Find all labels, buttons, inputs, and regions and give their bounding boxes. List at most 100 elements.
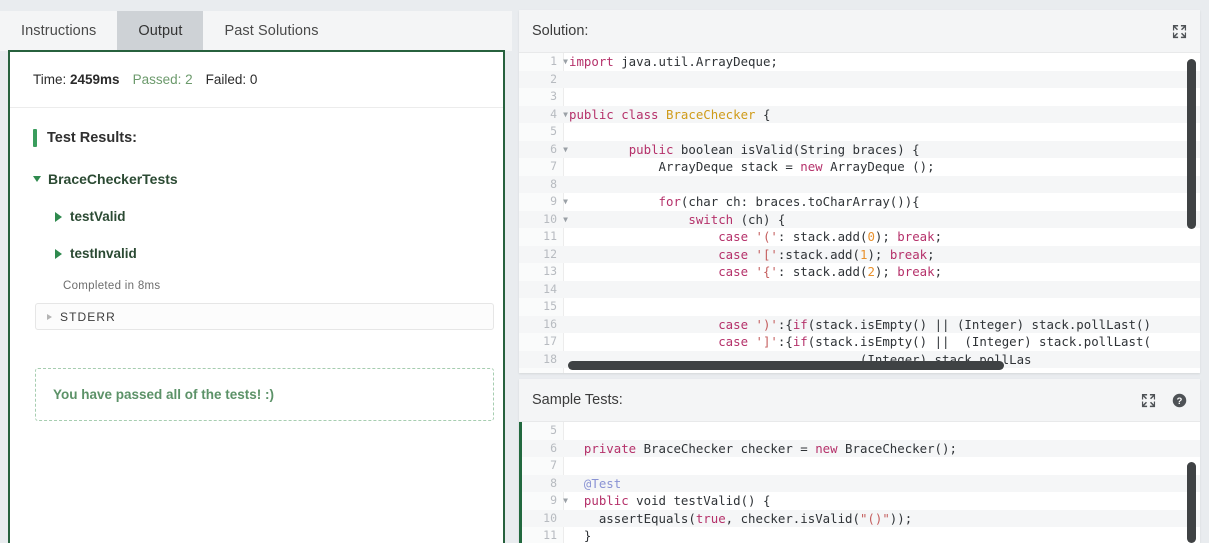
code-line: 5	[519, 123, 1200, 141]
code-line: 8	[519, 175, 1200, 193]
code-line: 7	[522, 457, 1200, 475]
failed-value: 0	[249, 72, 258, 87]
sample-tests-header-actions: ?	[1140, 379, 1188, 421]
sample-tests-header: Sample Tests: ?	[519, 379, 1200, 422]
line-number: 3	[550, 89, 557, 103]
pass-banner: You have passed all of the tests! :)	[35, 368, 494, 421]
expand-icon[interactable]	[1171, 23, 1188, 40]
test-suite-name: BraceCheckerTests	[48, 171, 178, 187]
line-number: 11	[543, 229, 557, 243]
solution-code-rows: 1 ▼ import java.util.ArrayDeque; 2 3 4 ▼ public…	[519, 53, 1200, 368]
code-line: 6 private BraceChecker checker = new Bra…	[522, 439, 1200, 457]
chevron-right-icon[interactable]	[47, 313, 52, 320]
sample-tests-code-editor[interactable]: 5 6 private BraceChecker checker = new Br…	[519, 422, 1200, 543]
fold-triangle-icon[interactable]: ▼	[563, 193, 568, 211]
solution-header: Solution:	[519, 10, 1200, 53]
solution-title: Solution:	[532, 23, 589, 39]
test-case-name: testInvalid	[70, 246, 137, 261]
line-number: 10	[543, 510, 557, 525]
line-number: 5	[550, 423, 557, 437]
solution-code-editor[interactable]: 1 ▼ import java.util.ArrayDeque; 2 3 4 ▼ public…	[519, 53, 1200, 373]
test-suite-row[interactable]: BraceCheckerTests	[33, 171, 480, 187]
code-line: 11 }	[522, 527, 1200, 543]
line-number: 17	[543, 334, 557, 348]
code-line: 16 case ')':{if(stack.isEmpty() || (Inte…	[519, 315, 1200, 333]
tab-past-solutions[interactable]: Past Solutions	[203, 11, 340, 51]
chevron-right-icon[interactable]	[55, 211, 62, 222]
test-case-row[interactable]: testValid	[55, 209, 480, 224]
code-line: 15	[519, 298, 1200, 316]
code-text: public class BraceChecker {	[569, 106, 771, 122]
line-number: 8	[550, 475, 557, 490]
tab-output[interactable]: Output	[117, 11, 204, 51]
code-line: 17 case ']':{if(stack.isEmpty() || (Inte…	[519, 333, 1200, 351]
tab-instructions[interactable]: Instructions	[0, 11, 118, 51]
fold-triangle-icon[interactable]: ▼	[563, 53, 568, 71]
line-number: 8	[550, 176, 557, 191]
stderr-section[interactable]: STDERR	[35, 303, 494, 330]
time-label: Time:	[33, 72, 67, 87]
code-line: 14	[519, 280, 1200, 299]
code-text: }	[569, 528, 592, 543]
line-number: 10 ▼	[519, 211, 568, 229]
code-text: case '[':stack.add(1); break;	[718, 246, 935, 262]
chevron-right-icon[interactable]	[55, 248, 62, 259]
code-line: 9 ▼ public void testValid() {	[522, 492, 1200, 510]
time-value: 2459ms	[70, 72, 120, 87]
line-number: 7	[550, 159, 557, 173]
code-text: switch (ch) {	[688, 211, 786, 227]
test-results-label: Test Results:	[47, 130, 137, 146]
code-text: import java.util.ArrayDeque;	[569, 54, 778, 69]
stderr-label: STDERR	[60, 309, 116, 324]
code-line: 5	[522, 422, 1200, 440]
line-number: 5	[550, 124, 557, 138]
code-text: case '{': stack.add(2); break;	[718, 264, 943, 279]
passed-stat: Passed: 2	[133, 72, 193, 87]
line-number: 18	[543, 351, 557, 366]
line-number: 11	[543, 528, 557, 542]
suite-completed-text: Completed in 8ms	[63, 280, 161, 292]
code-line: 10 assertEquals(true, checker.isValid("(…	[522, 509, 1200, 527]
solution-vertical-scrollbar[interactable]	[1187, 59, 1196, 229]
test-case-row[interactable]: testInvalid	[55, 246, 480, 261]
code-text: case ']':{if(stack.isEmpty() || (Integer…	[718, 334, 1151, 349]
passed-value: 2	[185, 72, 193, 87]
code-line: 4 ▼ public class BraceChecker {	[519, 105, 1200, 124]
expand-icon[interactable]	[1140, 392, 1157, 409]
code-text: private BraceChecker checker = new Brace…	[583, 440, 957, 456]
code-line: 2	[519, 70, 1200, 88]
code-text: assertEquals(true, checker.isValid("()")…	[569, 510, 913, 526]
svg-text:?: ?	[1177, 395, 1183, 405]
chevron-down-icon[interactable]	[33, 176, 41, 182]
line-number: 6	[550, 440, 557, 455]
test-case-name: testValid	[70, 209, 126, 224]
fold-triangle-icon[interactable]: ▼	[563, 141, 568, 159]
output-pane: Time: 2459ms Passed: 2 Failed: 0 Test Re…	[8, 50, 505, 543]
line-number: 7	[550, 458, 557, 472]
passed-label: Passed:	[132, 72, 182, 87]
fold-triangle-icon[interactable]: ▼	[563, 106, 568, 124]
code-line: 9 ▼ for(char ch: braces.toCharArray()){	[519, 193, 1200, 211]
fold-triangle-icon[interactable]: ▼	[563, 492, 568, 510]
sample-tests-title: Sample Tests:	[532, 392, 623, 408]
code-text: ArrayDeque stack = new ArrayDeque ();	[569, 159, 935, 174]
failed-stat: Failed: 0	[206, 72, 258, 87]
time-stat: Time: 2459ms	[33, 72, 120, 87]
code-line: 8 @Test	[522, 474, 1200, 492]
code-line: 6 ▼ public boolean isValid(String braces)…	[519, 140, 1200, 159]
solution-card: Solution: 1 ▼ import java.util.ArrayDequ…	[519, 10, 1200, 373]
help-icon[interactable]: ?	[1171, 392, 1188, 409]
solution-horizontal-scrollbar[interactable]	[568, 361, 1004, 370]
line-number: 9 ▼	[522, 492, 568, 510]
code-line: 10 ▼ switch (ch) {	[519, 210, 1200, 229]
sample-tests-vertical-scrollbar[interactable]	[1187, 462, 1196, 543]
fold-triangle-icon[interactable]: ▼	[563, 211, 568, 229]
test-results-heading: Test Results:	[33, 129, 480, 147]
pass-message: You have passed all of the tests! :)	[53, 387, 275, 402]
code-text: @Test	[583, 475, 622, 491]
line-number: 12	[543, 246, 557, 261]
